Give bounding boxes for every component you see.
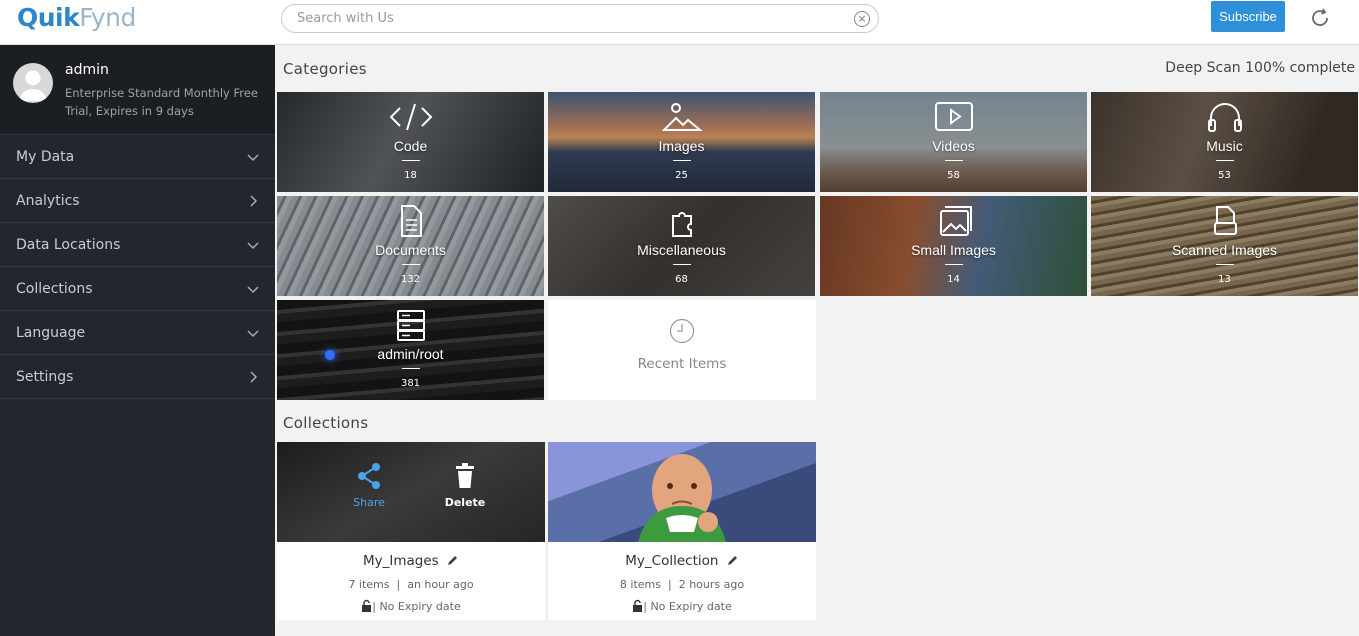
scan-icon	[1213, 206, 1237, 235]
category-count: 68	[675, 274, 688, 285]
category-tile-documents[interactable]: Documents 132	[277, 196, 544, 296]
edit-icon[interactable]	[727, 554, 739, 566]
app-logo[interactable]: QuikFynd	[17, 3, 136, 32]
share-icon	[358, 463, 380, 489]
document-icon	[400, 205, 422, 237]
collection-expiry: | No Expiry date	[548, 599, 816, 613]
categories-title: Categories	[283, 60, 367, 78]
category-tile-miscellaneous[interactable]: Miscellaneous 68	[548, 196, 815, 296]
collection-thumbnail: Share Delete	[277, 442, 545, 542]
baby-photo-illustration	[638, 454, 726, 542]
image-icon	[661, 103, 703, 131]
subscribe-button[interactable]: Subscribe	[1211, 1, 1285, 32]
headphones-icon	[1207, 103, 1242, 132]
delete-button[interactable]: Delete	[430, 462, 500, 509]
sidebar-item-label: Language	[16, 325, 86, 341]
recent-items-tile[interactable]: Recent Items	[548, 300, 816, 400]
sidebar-item-analytics[interactable]: Analytics	[0, 179, 275, 223]
chevron-down-icon	[247, 286, 259, 294]
delete-label: Delete	[444, 496, 486, 509]
gallery-icon	[939, 206, 972, 236]
chevron-down-icon	[247, 154, 259, 162]
category-label: Scanned Images	[1171, 242, 1278, 258]
category-label: Miscellaneous	[637, 242, 726, 258]
username: admin	[65, 62, 109, 78]
category-label: Documents	[375, 242, 446, 258]
category-count: 14	[947, 274, 960, 285]
sidebar-item-label: Collections	[16, 281, 93, 297]
collection-expiry: | No Expiry date	[277, 599, 545, 613]
category-label: admin/root	[377, 346, 444, 362]
logo-text-quik: Quik	[17, 3, 80, 32]
category-count: 13	[1218, 274, 1231, 285]
search-input[interactable]	[297, 5, 837, 32]
trash-icon	[456, 463, 474, 488]
sidebar-item-language[interactable]: Language	[0, 311, 275, 355]
category-tile-scanned-images[interactable]: Scanned Images 13	[1091, 196, 1358, 296]
sidebar-item-label: Settings	[16, 369, 74, 385]
collection-meta: 8 items | 2 hours ago	[619, 578, 745, 591]
category-count: 58	[947, 170, 960, 181]
code-icon	[389, 103, 432, 131]
category-tile-music[interactable]: Music 53	[1091, 92, 1358, 192]
category-count: 18	[404, 170, 417, 181]
category-tile-code[interactable]: Code 18	[277, 92, 544, 192]
scan-status: Deep Scan 100% complete	[1165, 60, 1355, 76]
recent-items-label: Recent Items	[637, 356, 727, 372]
user-profile: admin Enterprise Standard Monthly Free T…	[0, 45, 275, 135]
collection-meta: 7 items | an hour ago	[348, 578, 474, 591]
share-button[interactable]: Share	[334, 462, 404, 509]
logo-text-fynd: Fynd	[79, 3, 136, 32]
collection-name[interactable]: My_Collection	[548, 553, 816, 569]
category-count: 381	[400, 378, 421, 389]
sidebar-item-collections[interactable]: Collections	[0, 267, 275, 311]
share-label: Share	[353, 496, 385, 509]
category-label: Videos	[932, 138, 975, 154]
puzzle-icon	[671, 212, 692, 237]
chevron-right-icon	[250, 371, 258, 383]
category-label: Music	[1206, 138, 1243, 154]
collection-name[interactable]: My_Images	[277, 553, 545, 569]
sidebar-item-label: Data Locations	[16, 237, 121, 253]
collection-thumbnail	[548, 442, 816, 542]
sidebar-item-label: My Data	[16, 149, 75, 165]
avatar	[13, 63, 53, 103]
category-label: Small Images	[911, 242, 996, 258]
lock-icon	[633, 599, 643, 612]
sidebar-item-data-locations[interactable]: Data Locations	[0, 223, 275, 267]
chevron-down-icon	[247, 242, 259, 250]
lock-icon	[362, 599, 372, 612]
collections-title: Collections	[283, 414, 369, 432]
plan-info: Enterprise Standard Monthly Free Trial, …	[65, 86, 258, 118]
clear-search-icon[interactable]: ×	[854, 11, 870, 27]
sidebar-item-my-data[interactable]: My Data	[0, 135, 275, 179]
category-count: 132	[400, 274, 421, 285]
chevron-down-icon	[247, 330, 259, 338]
category-label: Images	[658, 138, 705, 154]
server-icon	[396, 310, 425, 341]
refresh-icon[interactable]	[1308, 6, 1332, 30]
sidebar-item-settings[interactable]: Settings	[0, 355, 275, 399]
clock-icon	[669, 318, 695, 344]
category-label: Code	[393, 138, 428, 154]
video-icon	[934, 102, 973, 131]
top-bar: QuikFynd × Subscribe	[0, 0, 1359, 45]
category-tile-admin-root[interactable]: admin/root 381	[277, 300, 544, 400]
collection-card-my-collection[interactable]: My_Collection 8 items | 2 hours ago | No…	[548, 442, 816, 620]
collection-card-my-images[interactable]: Share Delete My_Images 7 items | an hour…	[277, 442, 545, 620]
category-count: 53	[1218, 170, 1231, 181]
sidebar-item-label: Analytics	[16, 193, 80, 209]
category-count: 25	[675, 170, 688, 181]
category-tile-small-images[interactable]: Small Images 14	[820, 196, 1087, 296]
edit-icon[interactable]	[447, 554, 459, 566]
search-box: ×	[281, 4, 879, 33]
category-tile-images[interactable]: Images 25	[548, 92, 815, 192]
sidebar: admin Enterprise Standard Monthly Free T…	[0, 45, 275, 636]
category-tile-videos[interactable]: Videos 58	[820, 92, 1087, 192]
chevron-right-icon	[250, 195, 258, 207]
